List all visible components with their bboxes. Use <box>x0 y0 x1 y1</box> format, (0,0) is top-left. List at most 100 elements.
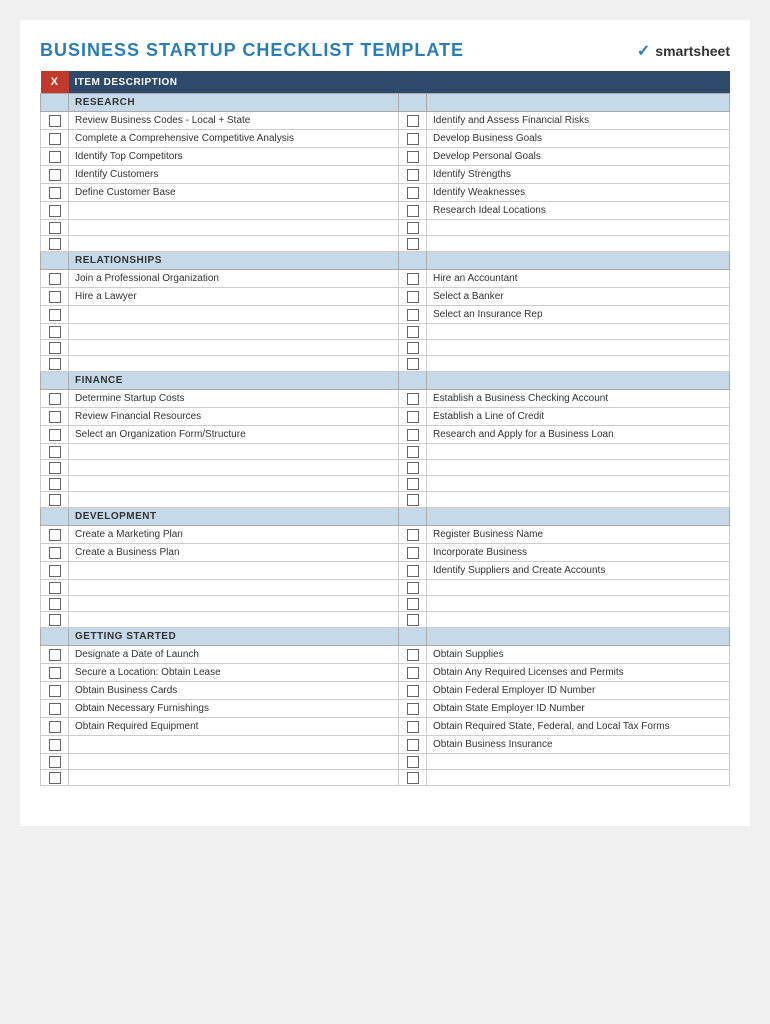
checkbox-left[interactable] <box>41 130 69 148</box>
table-row: Secure a Location: Obtain Lease Obtain A… <box>41 664 730 682</box>
checkbox-right[interactable] <box>399 460 427 476</box>
checkbox-right[interactable] <box>399 682 427 700</box>
checkbox-left[interactable] <box>41 476 69 492</box>
table-row <box>41 340 730 356</box>
checkbox-left[interactable] <box>41 390 69 408</box>
table-row: Obtain Required Equipment Obtain Require… <box>41 718 730 736</box>
checkbox-right[interactable] <box>399 306 427 324</box>
item-left-text <box>69 444 399 460</box>
checkbox-right[interactable] <box>399 202 427 220</box>
table-row: Determine Startup Costs Establish a Busi… <box>41 390 730 408</box>
checkbox-left[interactable] <box>41 236 69 252</box>
checkbox-right[interactable] <box>399 646 427 664</box>
checkbox-right[interactable] <box>399 356 427 372</box>
item-left-text <box>69 612 399 628</box>
item-left-text: Determine Startup Costs <box>69 390 399 408</box>
table-row: Research Ideal Locations <box>41 202 730 220</box>
checkbox-left[interactable] <box>41 112 69 130</box>
table-row: Create a Marketing Plan Register Busines… <box>41 526 730 544</box>
item-left-text: Obtain Required Equipment <box>69 718 399 736</box>
checkbox-right[interactable] <box>399 492 427 508</box>
checkbox-left[interactable] <box>41 580 69 596</box>
checkbox-right[interactable] <box>399 770 427 786</box>
col-header-x: X <box>41 71 69 94</box>
checkbox-right[interactable] <box>399 754 427 770</box>
checkbox-left[interactable] <box>41 426 69 444</box>
section-header-left: DEVELOPMENT <box>69 508 399 526</box>
checkbox-right[interactable] <box>399 408 427 426</box>
checkbox-left[interactable] <box>41 270 69 288</box>
checkbox-right[interactable] <box>399 184 427 202</box>
checkbox-right[interactable] <box>399 544 427 562</box>
checkbox-left[interactable] <box>41 306 69 324</box>
checkbox-left[interactable] <box>41 562 69 580</box>
checkbox-left[interactable] <box>41 492 69 508</box>
checkbox-right[interactable] <box>399 736 427 754</box>
checkbox-left[interactable] <box>41 596 69 612</box>
checkbox-left[interactable] <box>41 288 69 306</box>
checkbox-left[interactable] <box>41 202 69 220</box>
checkbox-right[interactable] <box>399 236 427 252</box>
checkbox-left[interactable] <box>41 166 69 184</box>
checkbox-left[interactable] <box>41 700 69 718</box>
item-left-text: Select an Organization Form/Structure <box>69 426 399 444</box>
checkbox-right[interactable] <box>399 390 427 408</box>
checkbox-right[interactable] <box>399 718 427 736</box>
checkbox-left[interactable] <box>41 736 69 754</box>
checkbox-right[interactable] <box>399 340 427 356</box>
checkbox-left[interactable] <box>41 754 69 770</box>
checkbox-right[interactable] <box>399 112 427 130</box>
checkbox-right[interactable] <box>399 580 427 596</box>
checkbox-right[interactable] <box>399 596 427 612</box>
section-header-x-cell <box>41 252 69 270</box>
checkbox-right[interactable] <box>399 476 427 492</box>
checkbox-left[interactable] <box>41 220 69 236</box>
checkbox-right[interactable] <box>399 612 427 628</box>
item-left-text <box>69 736 399 754</box>
checkbox-right[interactable] <box>399 324 427 340</box>
checkbox-left[interactable] <box>41 356 69 372</box>
checkbox-right[interactable] <box>399 426 427 444</box>
checkbox-left[interactable] <box>41 148 69 166</box>
item-right-text: Research Ideal Locations <box>427 202 730 220</box>
checkbox-left[interactable] <box>41 646 69 664</box>
checkbox-right[interactable] <box>399 130 427 148</box>
checkbox-right[interactable] <box>399 664 427 682</box>
checkbox-right[interactable] <box>399 166 427 184</box>
checkbox-left[interactable] <box>41 340 69 356</box>
checkbox-left[interactable] <box>41 544 69 562</box>
section-header-row: FINANCE <box>41 372 730 390</box>
checkbox-left[interactable] <box>41 718 69 736</box>
checkbox-left[interactable] <box>41 324 69 340</box>
item-left-text <box>69 202 399 220</box>
checkbox-left[interactable] <box>41 460 69 476</box>
item-left-text: Join a Professional Organization <box>69 270 399 288</box>
section-header-check2 <box>399 94 427 112</box>
checkbox-left[interactable] <box>41 408 69 426</box>
checkbox-left[interactable] <box>41 664 69 682</box>
checkbox-left[interactable] <box>41 612 69 628</box>
checkbox-left[interactable] <box>41 444 69 460</box>
checkbox-right[interactable] <box>399 288 427 306</box>
item-right-text: Identify and Assess Financial Risks <box>427 112 730 130</box>
item-left-text <box>69 340 399 356</box>
checkbox-right[interactable] <box>399 270 427 288</box>
item-left-text: Identify Customers <box>69 166 399 184</box>
item-right-text: Obtain Federal Employer ID Number <box>427 682 730 700</box>
section-header-right <box>427 372 730 390</box>
table-row: Obtain Business Cards Obtain Federal Emp… <box>41 682 730 700</box>
checkbox-left[interactable] <box>41 526 69 544</box>
checkbox-left[interactable] <box>41 770 69 786</box>
item-right-text <box>427 324 730 340</box>
checkbox-right[interactable] <box>399 148 427 166</box>
table-row <box>41 356 730 372</box>
item-left-text <box>69 236 399 252</box>
checkbox-right[interactable] <box>399 526 427 544</box>
checkbox-right[interactable] <box>399 444 427 460</box>
checkbox-left[interactable] <box>41 184 69 202</box>
checkbox-right[interactable] <box>399 220 427 236</box>
checkbox-right[interactable] <box>399 562 427 580</box>
checkbox-left[interactable] <box>41 682 69 700</box>
section-header-row: GETTING STARTED <box>41 628 730 646</box>
checkbox-right[interactable] <box>399 700 427 718</box>
